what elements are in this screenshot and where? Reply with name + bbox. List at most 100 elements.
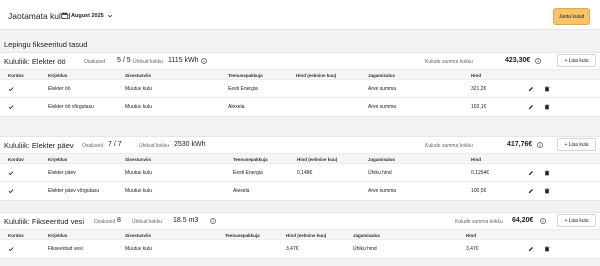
- table-header: Korduv Kirjeldus Sisestusviis Teenusepakkuj…: [0, 69, 600, 80]
- price-cell: 100,5€: [471, 188, 487, 194]
- column-header: Kirjeldus: [48, 73, 68, 78]
- cost-group-title: Kululiik: Elekter päev: [4, 141, 74, 150]
- costs-total-value: 417,76€: [507, 141, 533, 148]
- info-icon: [540, 218, 546, 224]
- column-header: Hind: [471, 73, 481, 78]
- input-method-cell: Muutuv kulu: [125, 170, 152, 176]
- delete-icon[interactable]: [544, 170, 550, 176]
- add-cost-button[interactable]: + Lisa kulu: [557, 138, 596, 151]
- month-picker[interactable]: August 2025: [61, 12, 113, 19]
- description-cell: Fikseeritud vesi: [48, 246, 83, 252]
- cost-group-card: Kululiik: Elekter öö Osalused 5 / 5 Ühikud …: [0, 52, 600, 117]
- price-cell: 321,2€: [471, 86, 487, 92]
- column-header: Korduv: [8, 233, 24, 238]
- column-header: Teenusepakkuja: [233, 157, 268, 162]
- table-row[interactable]: Fikseeritud vesi Muutuv kulu 3,47€ Ühiku hi…: [0, 240, 600, 258]
- provider-cell: Alexela: [233, 188, 250, 194]
- column-header: Hind: [466, 233, 476, 238]
- column-header: Teenusepakkuja: [225, 233, 260, 238]
- table-row[interactable]: Elekter öö võrgutasu Muutuv kulu Alexela Ar…: [0, 98, 600, 116]
- description-cell: Elekter öö: [48, 86, 71, 92]
- column-header: Kirjeldus: [48, 233, 68, 238]
- column-header: Korduv: [8, 157, 24, 162]
- check-icon: [8, 247, 14, 252]
- check-icon: [8, 87, 14, 92]
- input-method-cell: Muutuv kulu: [125, 104, 152, 110]
- check-icon: [8, 105, 14, 110]
- column-header: Teenusepakkuja: [228, 73, 263, 78]
- input-method-cell: Muutuv kulu: [125, 246, 152, 252]
- edit-icon[interactable]: [528, 188, 534, 194]
- edit-icon[interactable]: [528, 104, 534, 110]
- provider-cell: Eesti Energia: [233, 170, 263, 176]
- input-method-cell: Muutuv kulu: [125, 188, 152, 194]
- column-header: Sisestusviis: [125, 73, 152, 78]
- table-row[interactable]: Elekter päev Muutuv kulu Eesti Energia 0,14…: [0, 164, 600, 182]
- split-basis-cell: Ühiku hind: [368, 170, 392, 176]
- costs-total-label: Kulude summa kokku: [455, 219, 503, 225]
- column-header: Hind (eelmine kuu): [286, 233, 327, 238]
- costs-total-label: Kulude summa kokku: [425, 143, 473, 149]
- description-cell: Elekter öö võrgutasu: [48, 104, 94, 110]
- costs-total-label: Kulude summa kokku: [425, 59, 473, 65]
- cost-group-title: Kululiik: Fikseeritud vesi: [4, 217, 85, 226]
- price-cell: 102,1€: [471, 104, 487, 110]
- column-header: Korduv: [8, 73, 24, 78]
- participants-label: Osalused: [94, 219, 116, 225]
- add-cost-button[interactable]: + Lisa kulu: [557, 54, 596, 67]
- split-basis-cell: Arve summa: [368, 104, 397, 110]
- cost-group-header: Kululiik: Elekter päev Osalused 7 / 7 Ühiku…: [0, 137, 600, 153]
- column-header: Hind (eelmine kuu): [297, 157, 338, 162]
- table-row[interactable]: Elekter öö Muutuv kulu Eesti Energia Arve s…: [0, 80, 600, 98]
- split-basis-cell: Arve summa: [368, 188, 397, 194]
- edit-icon[interactable]: [528, 246, 534, 252]
- participants-label: Osalused: [82, 143, 104, 149]
- units-total-label: Ühikud kokku: [133, 59, 164, 65]
- column-header: Jagamisalus: [368, 73, 396, 78]
- info-icon: [210, 218, 216, 224]
- chevron-down-icon: [107, 14, 112, 17]
- units-total-label: Ühikud kokku: [132, 219, 163, 225]
- calendar-icon: [61, 12, 68, 19]
- cost-group-card: Kululiik: Elekter päev Osalused 7 / 7 Ühiku…: [0, 136, 600, 201]
- input-method-cell: Muutuv kulu: [125, 86, 152, 92]
- delete-icon[interactable]: [544, 188, 550, 194]
- edit-icon[interactable]: [528, 170, 534, 176]
- column-header: Jagamisalus: [353, 233, 381, 238]
- column-header: Jagamisalus: [368, 157, 396, 162]
- edit-icon[interactable]: [528, 86, 534, 92]
- column-header: Kirjeldus: [48, 157, 68, 162]
- provider-cell: Eesti Energia: [228, 86, 258, 92]
- info-icon: [201, 58, 207, 64]
- cost-group-header: Kululiik: Fikseeritud vesi Osalused 8 Ühiku…: [0, 213, 600, 229]
- column-header: Sisestusviis: [125, 233, 152, 238]
- participants-label: Osalused: [84, 59, 106, 65]
- info-icon: [537, 142, 543, 148]
- costs-total-value: 64,20€: [512, 217, 534, 224]
- units-total-value: 2530 kWh: [174, 141, 206, 148]
- split-basis-cell: Arve summa: [368, 86, 397, 92]
- delete-icon[interactable]: [544, 86, 550, 92]
- column-header: Sisestusviis: [125, 157, 152, 162]
- delete-icon[interactable]: [544, 246, 550, 252]
- distribute-costs-button[interactable]: Jaota kulud: [553, 8, 590, 25]
- units-total-value: 1115 kWh: [168, 57, 199, 64]
- previous-price-cell: 0,148€: [297, 170, 313, 176]
- table-header: Korduv Kirjeldus Sisestusviis Teenusepakkuj…: [0, 153, 600, 164]
- provider-cell: Alexela: [228, 104, 245, 110]
- section-title: Lepingu fikseeritud tasud: [4, 40, 88, 49]
- cost-group-header: Kululiik: Elekter öö Osalused 5 / 5 Ühikud …: [0, 53, 600, 69]
- price-cell: 0,1254€: [471, 170, 490, 176]
- cost-group-title: Kululiik: Elekter öö: [4, 57, 66, 66]
- delete-icon[interactable]: [544, 104, 550, 110]
- column-header: Hind: [471, 157, 481, 162]
- check-icon: [8, 189, 14, 194]
- units-total-value: 18.5 m3: [173, 217, 199, 224]
- table-row[interactable]: Elekter päev võrgutasu Muutuv kulu Alexela…: [0, 182, 600, 200]
- info-icon: [535, 58, 541, 64]
- add-cost-button[interactable]: + Lisa kulu: [557, 214, 596, 227]
- participants-value: 7 / 7: [108, 141, 122, 148]
- month-label: August 2025: [71, 12, 104, 19]
- price-cell: 3,47€: [466, 246, 479, 252]
- cost-group-card: Kululiik: Fikseeritud vesi Osalused 8 Ühiku…: [0, 212, 600, 259]
